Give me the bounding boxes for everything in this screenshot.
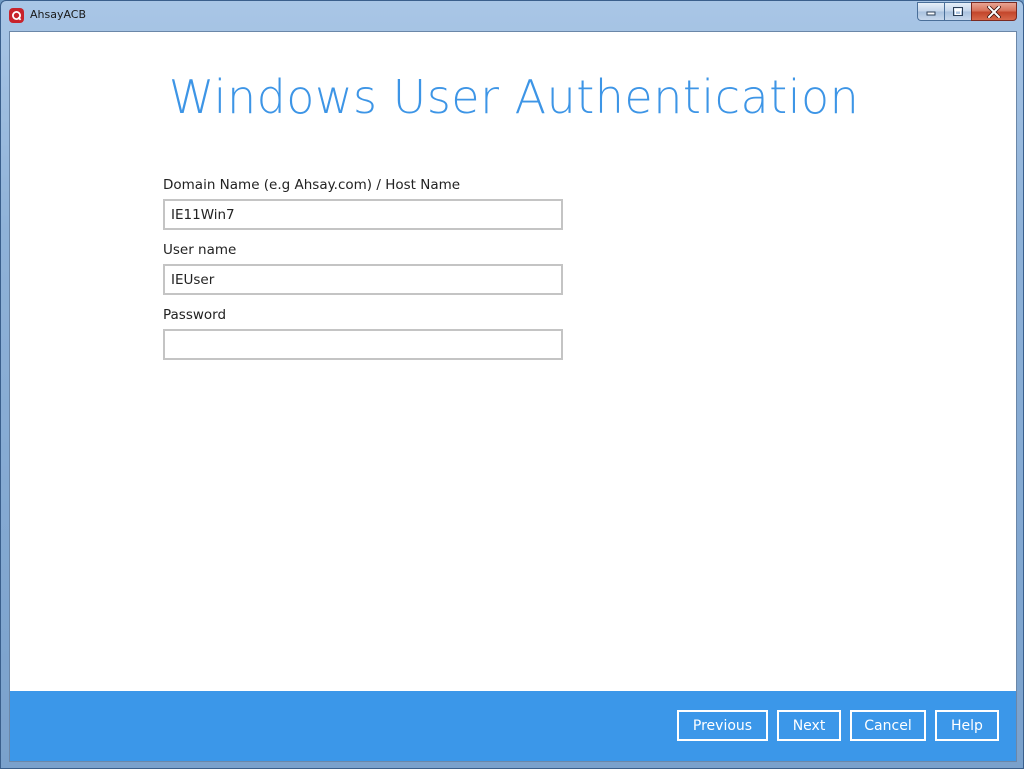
- window-title: AhsayACB: [30, 8, 87, 21]
- password-label: Password: [163, 307, 227, 323]
- help-button[interactable]: Help: [935, 710, 999, 741]
- previous-button[interactable]: Previous: [677, 710, 768, 741]
- minimize-icon: [926, 11, 935, 16]
- app-logo-icon: [9, 8, 24, 23]
- close-icon: [987, 5, 1001, 18]
- app-window: AhsayACB Windows User Authentication Dom…: [0, 0, 1024, 769]
- wizard-footer: Previous Next Cancel Help: [10, 691, 1016, 761]
- maximize-icon: [953, 7, 963, 16]
- next-button[interactable]: Next: [777, 710, 841, 741]
- maximize-button[interactable]: [944, 2, 971, 21]
- password-input[interactable]: [163, 329, 563, 360]
- user-name-label: User name: [163, 242, 237, 258]
- wizard-panel: Windows User Authentication Domain Name …: [9, 31, 1017, 762]
- window-controls: [917, 2, 1017, 22]
- domain-name-input[interactable]: [163, 199, 563, 230]
- page-title: Windows User Authentication: [168, 70, 860, 124]
- cancel-button[interactable]: Cancel: [850, 710, 926, 741]
- domain-name-label: Domain Name (e.g Ahsay.com) / Host Name: [163, 177, 461, 193]
- close-button[interactable]: [971, 2, 1017, 21]
- user-name-input[interactable]: [163, 264, 563, 295]
- minimize-button[interactable]: [917, 2, 944, 21]
- title-bar[interactable]: AhsayACB: [1, 1, 1023, 29]
